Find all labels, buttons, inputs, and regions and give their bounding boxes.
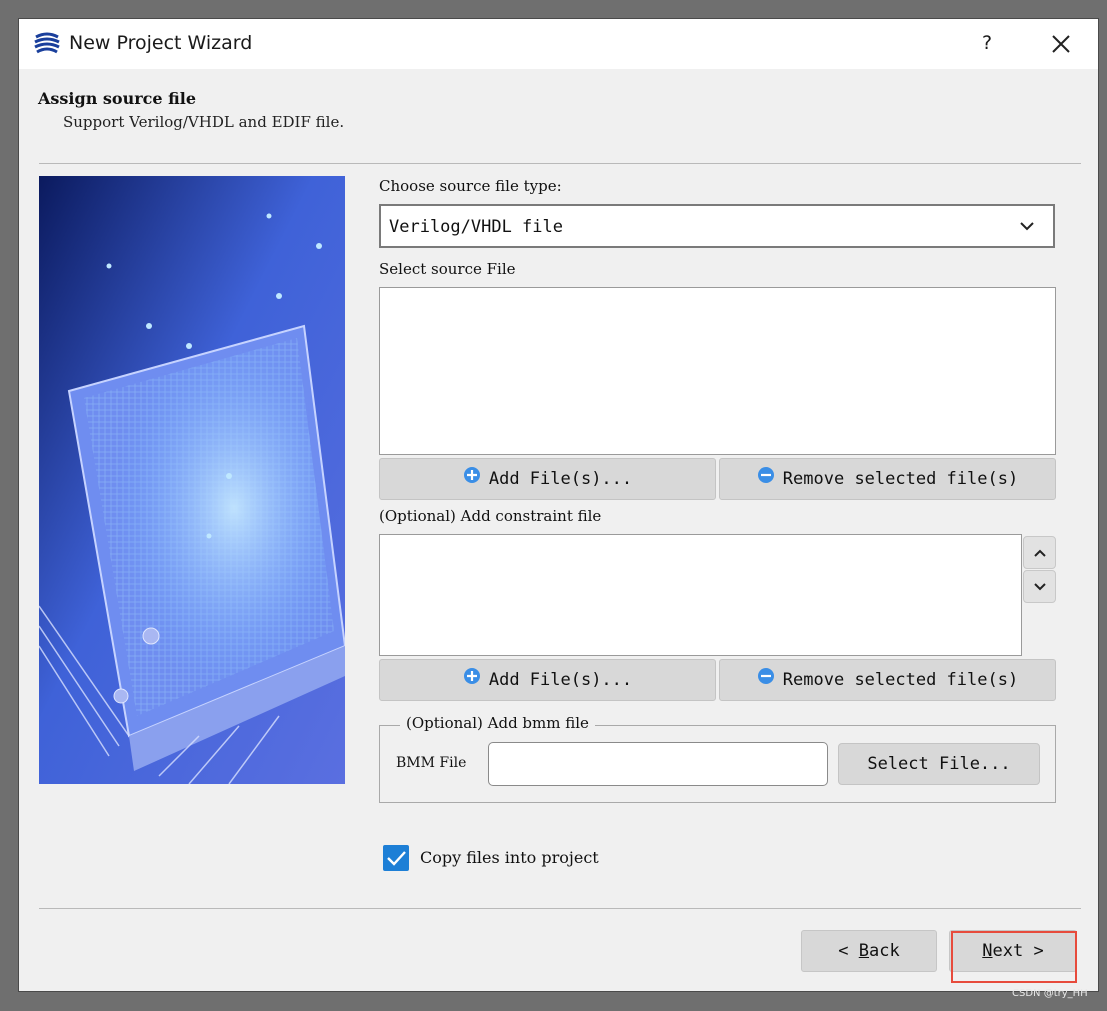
app-logo-icon — [34, 32, 60, 54]
back-rest: ack — [869, 941, 900, 961]
page-subtitle: Support Verilog/VHDL and EDIF file. — [63, 113, 345, 131]
source-file-list[interactable] — [379, 287, 1056, 455]
remove-icon — [757, 467, 774, 483]
bmm-group-label: (Optional) Add bmm file — [400, 714, 595, 732]
copy-files-label: Copy files into project — [420, 848, 599, 867]
add-source-file-button[interactable]: Add File(s)... — [379, 458, 716, 500]
page-title: Assign source file — [38, 89, 197, 108]
close-icon[interactable] — [1049, 32, 1073, 56]
remove-constraint-file-label: Remove selected file(s) — [782, 670, 1019, 690]
bmm-file-label: BMM File — [396, 755, 467, 771]
help-button[interactable]: ? — [975, 29, 999, 57]
source-type-value: Verilog/VHDL file — [389, 217, 563, 237]
title-bar: New Project Wizard ? — [19, 19, 1098, 69]
checkmark-icon — [387, 851, 406, 866]
back-prefix: < — [838, 941, 859, 961]
remove-constraint-file-button[interactable]: Remove selected file(s) — [719, 659, 1056, 701]
remove-icon — [757, 668, 774, 684]
chip-banner-image — [39, 176, 345, 784]
header-divider — [39, 163, 1081, 164]
chevron-down-icon — [1020, 222, 1034, 231]
copy-files-checkbox[interactable] — [383, 845, 409, 871]
add-constraint-file-button[interactable]: Add File(s)... — [379, 659, 716, 701]
next-button-highlight — [951, 931, 1077, 983]
back-button[interactable]: < B ack — [801, 930, 937, 972]
select-bmm-file-label: Select File... — [867, 754, 1011, 774]
bmm-file-group: (Optional) Add bmm file BMM File Select … — [379, 714, 1056, 803]
chevron-down-icon — [1033, 582, 1046, 590]
add-icon — [463, 668, 480, 684]
new-project-wizard-dialog: New Project Wizard ? Assign source file … — [18, 18, 1099, 992]
remove-source-file-button[interactable]: Remove selected file(s) — [719, 458, 1056, 500]
select-bmm-file-button[interactable]: Select File... — [838, 743, 1040, 785]
constraint-label: (Optional) Add constraint file — [379, 507, 602, 525]
move-up-button[interactable] — [1023, 536, 1056, 569]
add-constraint-file-label: Add File(s)... — [488, 670, 633, 690]
chevron-up-icon — [1033, 549, 1046, 557]
back-mnemonic: B — [858, 941, 869, 961]
select-source-label: Select source File — [379, 260, 516, 278]
remove-source-file-label: Remove selected file(s) — [782, 469, 1019, 489]
add-icon — [463, 467, 480, 483]
source-type-label: Choose source file type: — [379, 177, 562, 195]
watermark: CSDN @try_HH — [1012, 988, 1088, 999]
window-title: New Project Wizard — [69, 32, 253, 54]
footer-divider — [39, 908, 1081, 909]
constraint-file-list[interactable] — [379, 534, 1022, 656]
source-type-dropdown[interactable]: Verilog/VHDL file — [379, 204, 1055, 248]
add-source-file-label: Add File(s)... — [488, 469, 633, 489]
bmm-file-input[interactable] — [488, 742, 828, 786]
move-down-button[interactable] — [1023, 570, 1056, 603]
